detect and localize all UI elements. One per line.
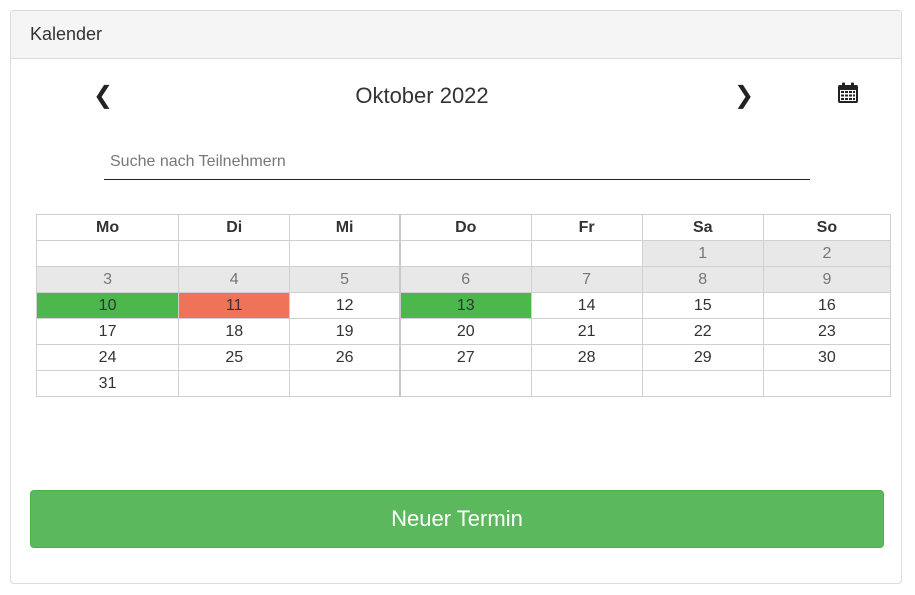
month-title: Oktober 2022 [355, 83, 489, 108]
calendar-day-cell[interactable]: 9 [762, 266, 892, 293]
calendar-day-cell[interactable]: 17 [35, 318, 180, 345]
weekday-header: Di [178, 214, 291, 241]
calendar-empty-cell [178, 240, 291, 267]
calendar-day-cell[interactable]: 29 [641, 344, 764, 371]
calendar-day-cell[interactable]: 8 [641, 266, 764, 293]
calendar-panel: Kalender ❮ Oktober 2022 ❯ Mo Di Mi Do Fr… [10, 10, 902, 584]
calendar-day-cell[interactable]: 10 [35, 292, 180, 319]
calendar-week-row: 3456789 [35, 266, 892, 293]
calendar-day-cell[interactable]: 28 [530, 344, 643, 371]
weekday-header: So [762, 214, 892, 241]
calendar-day-cell[interactable]: 12 [289, 292, 401, 319]
weekday-header: Do [398, 214, 532, 241]
calendar-day-cell[interactable]: 25 [178, 344, 291, 371]
calendar-empty-cell [35, 240, 180, 267]
calendar-day-cell[interactable]: 13 [398, 292, 532, 319]
calendar-day-cell[interactable]: 18 [178, 318, 291, 345]
calendar-empty-cell [762, 370, 892, 397]
calendar-empty-cell [289, 240, 401, 267]
calendar-day-cell[interactable]: 24 [35, 344, 180, 371]
calendar-empty-cell [530, 370, 643, 397]
calendar-day-cell[interactable]: 4 [178, 266, 291, 293]
new-appointment-button[interactable]: Neuer Termin [30, 490, 884, 548]
weekday-header: Mo [35, 214, 180, 241]
calendar-day-cell[interactable]: 14 [530, 292, 643, 319]
calendar-day-cell[interactable]: 22 [641, 318, 764, 345]
next-month-button[interactable]: ❯ [734, 81, 754, 111]
calendar-day-cell[interactable]: 21 [530, 318, 643, 345]
weekday-header: Mi [289, 214, 401, 241]
calendar-grid: Mo Di Mi Do Fr Sa So 1 2 3 4 5 6 7 8 9 10 11 12 13 14… [35, 214, 892, 397]
calendar-day-cell[interactable]: 11 [178, 292, 291, 319]
calendar-day-cell[interactable]: 16 [762, 292, 892, 319]
calendar-day-cell[interactable]: 31 [35, 370, 180, 397]
calendar-icon[interactable] [837, 82, 859, 104]
calendar-day-cell[interactable]: 27 [398, 344, 532, 371]
calendar-day-cell[interactable]: 6 [398, 266, 532, 293]
calendar-day-cell[interactable]: 15 [641, 292, 764, 319]
weekday-header-row: Mo Di Mi Do Fr Sa So [35, 214, 892, 241]
calendar-empty-cell [289, 370, 401, 397]
calendar-day-cell[interactable]: 19 [289, 318, 401, 345]
calendar-empty-cell [530, 240, 643, 267]
calendar-day-cell[interactable]: 7 [530, 266, 643, 293]
calendar-day-cell[interactable]: 26 [289, 344, 401, 371]
calendar-week-row: 12 [35, 240, 892, 267]
weekday-header: Fr [530, 214, 643, 241]
calendar-week-row: 10 11 12 13 14 15 16 [35, 292, 892, 319]
calendar-week-row: 31 [35, 370, 892, 397]
weekday-header: Sa [641, 214, 764, 241]
calendar-day-cell[interactable]: 5 [289, 266, 401, 293]
calendar-empty-cell [641, 370, 764, 397]
calendar-empty-cell [178, 370, 291, 397]
calendar-empty-cell [398, 240, 532, 267]
calendar-day-cell[interactable]: 23 [762, 318, 892, 345]
calendar-week-row: 24 25 26 27 28 29 30 [35, 344, 892, 371]
calendar-day-cell[interactable]: 30 [762, 344, 892, 371]
calendar-day-cell[interactable]: 3 [35, 266, 180, 293]
participant-search-input[interactable] [104, 145, 810, 180]
calendar-day-cell[interactable]: 20 [398, 318, 532, 345]
calendar-day-cell[interactable]: 1 [641, 240, 764, 267]
calendar-week-row: 17 18 19 20 21 22 23 [35, 318, 892, 345]
panel-title: Kalender [11, 11, 901, 59]
calendar-empty-cell [398, 370, 532, 397]
calendar-day-cell[interactable]: 2 [762, 240, 892, 267]
